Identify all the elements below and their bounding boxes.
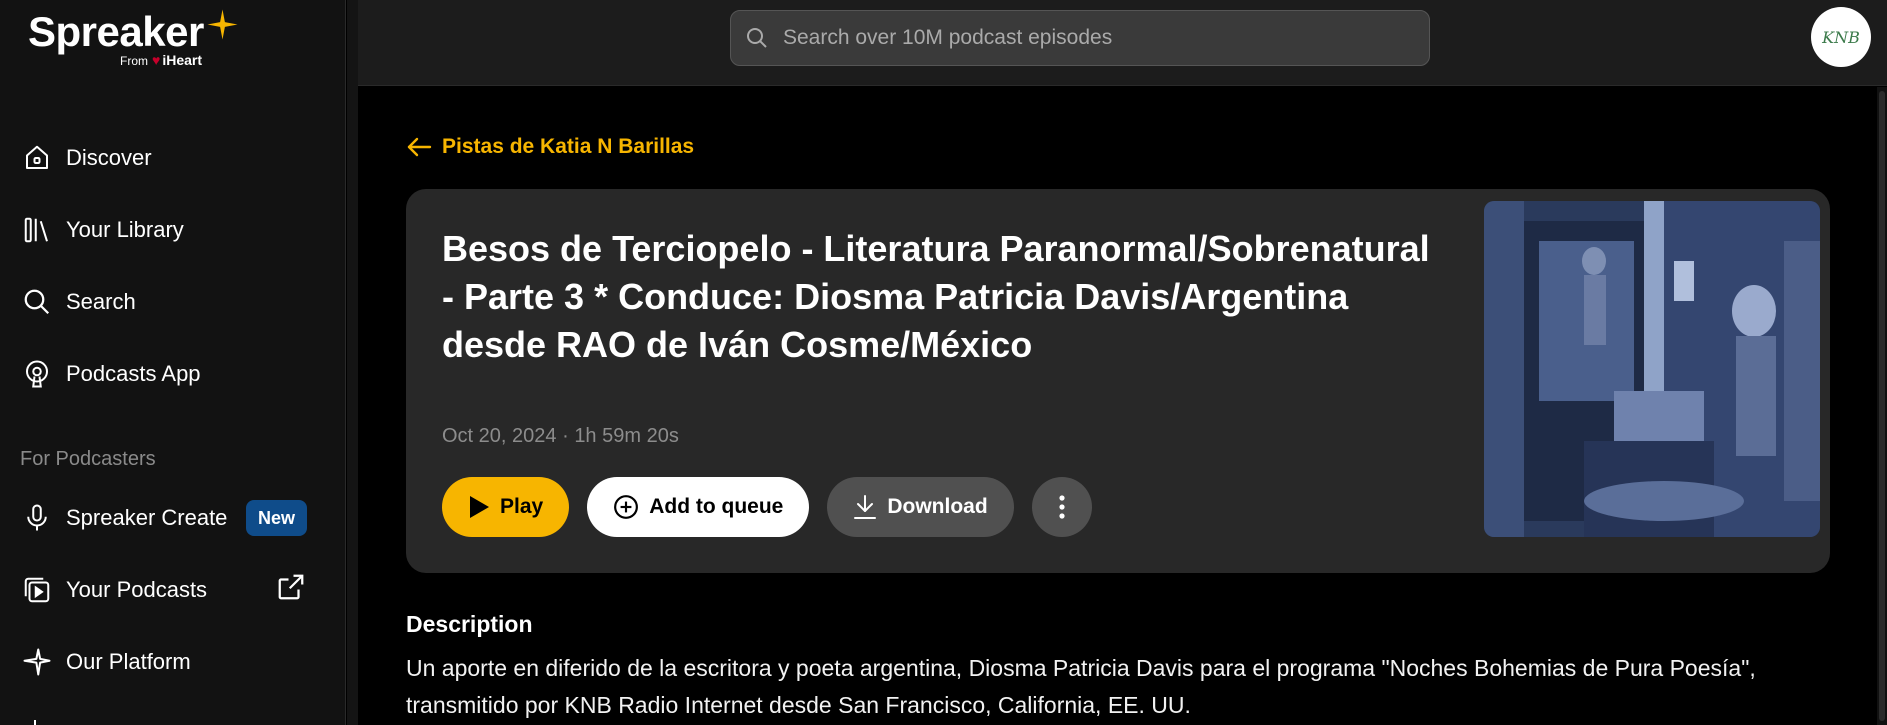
external-link-icon[interactable]	[276, 572, 306, 602]
sidebar-item-your-podcasts[interactable]: Your Podcasts	[0, 554, 346, 626]
sidebar-item-label: Search	[66, 289, 136, 314]
sidebar-item-spreaker-create[interactable]: Spreaker Create New	[0, 482, 346, 554]
podcaster-nav: Spreaker Create New Your Podcasts Our Pl…	[0, 482, 346, 698]
for-podcasters-heading: For Podcasters	[20, 448, 156, 470]
episode-cover-image	[1484, 201, 1820, 537]
spreaker-logo[interactable]: Spreaker From ♥ iHeart	[28, 8, 248, 78]
logo-from-label: From	[120, 54, 148, 68]
arrow-left-icon	[407, 137, 432, 157]
back-link-label: Pistas de Katia N Barillas	[442, 135, 695, 158]
avatar-text: KNB	[1822, 27, 1860, 47]
search-icon	[747, 28, 767, 48]
download-button[interactable]: Download	[827, 477, 1014, 537]
logo-partner: From ♥ iHeart	[120, 52, 202, 68]
sidebar: Spreaker From ♥ iHeart Discover Your Libra…	[0, 0, 346, 725]
episode-card: Besos de Terciopelo - Literatura Paranor…	[406, 189, 1830, 573]
library-icon	[20, 213, 54, 247]
episode-title: Besos de Terciopelo - Literatura Paranor…	[442, 228, 1430, 365]
plus-circle-icon	[614, 495, 639, 519]
scrollbar-thumb[interactable]	[1879, 91, 1885, 721]
main-nav: Discover Your Library Search Podcasts Ap…	[0, 122, 346, 410]
search-input[interactable]	[783, 26, 1383, 50]
logo-star-icon	[207, 9, 238, 40]
play-button[interactable]: Play	[442, 477, 570, 537]
episode-description: Un aporte en diferido de la escritora y …	[406, 655, 1756, 718]
search-bar[interactable]	[730, 10, 1430, 66]
more-vertical-icon	[1059, 495, 1065, 519]
add-to-queue-label: Add to queue	[649, 495, 784, 518]
new-badge: New	[246, 500, 308, 536]
description-heading: Description	[406, 611, 533, 637]
episode-page: Pistas de Katia N Barillas Besos de Terc…	[358, 87, 1887, 725]
page-scrollbar[interactable]	[1877, 87, 1887, 725]
microphone-icon	[20, 501, 54, 535]
download-icon	[854, 495, 877, 519]
podcast-app-icon	[20, 357, 54, 391]
play-icon	[470, 496, 489, 518]
logo-partner-name: iHeart	[162, 52, 202, 68]
user-avatar[interactable]: KNB	[1811, 7, 1871, 67]
sidebar-item-search[interactable]: Search	[0, 266, 346, 338]
back-to-podcast-link[interactable]: Pistas de Katia N Barillas	[406, 135, 694, 159]
episode-actions: Play Add to queue Download	[442, 477, 1110, 537]
sidebar-item-label: Our Platform	[66, 649, 191, 674]
sidebar-item-podcasts-app[interactable]: Podcasts App	[0, 338, 346, 410]
sidebar-item-discover[interactable]: Discover	[0, 122, 346, 194]
sidebar-item-label: Your Podcasts	[66, 577, 208, 602]
iheart-logo-icon: ♥	[152, 52, 161, 68]
sidebar-item-label: Spreaker Create	[66, 505, 228, 530]
sidebar-item-label: Discover	[66, 145, 152, 170]
add-to-queue-button[interactable]: Add to queue	[587, 477, 810, 537]
logo-wordmark: Spreaker	[28, 8, 204, 55]
play-label: Play	[500, 495, 544, 518]
home-icon	[20, 141, 54, 175]
star-icon	[20, 645, 54, 679]
sidebar-divider	[347, 0, 358, 725]
search-icon	[20, 285, 54, 319]
top-bar: KNB	[358, 0, 1887, 86]
more-options-button[interactable]	[1031, 477, 1092, 537]
sidebar-item-label: Your Library	[66, 217, 184, 242]
download-label: Download	[887, 495, 988, 518]
sidebar-item-library[interactable]: Your Library	[0, 194, 346, 266]
episode-duration: 1h 59m 20s	[574, 425, 679, 447]
sidebar-item-our-platform[interactable]: Our Platform	[0, 626, 346, 698]
sidebar-item-label: Podcasts App	[66, 361, 201, 386]
meta-separator: ·	[556, 425, 575, 447]
episode-date: Oct 20, 2024	[442, 425, 557, 447]
podcasts-icon	[20, 573, 54, 607]
partial-nav-icon	[34, 720, 36, 725]
episode-meta: Oct 20, 2024 · 1h 59m 20s	[442, 425, 679, 448]
